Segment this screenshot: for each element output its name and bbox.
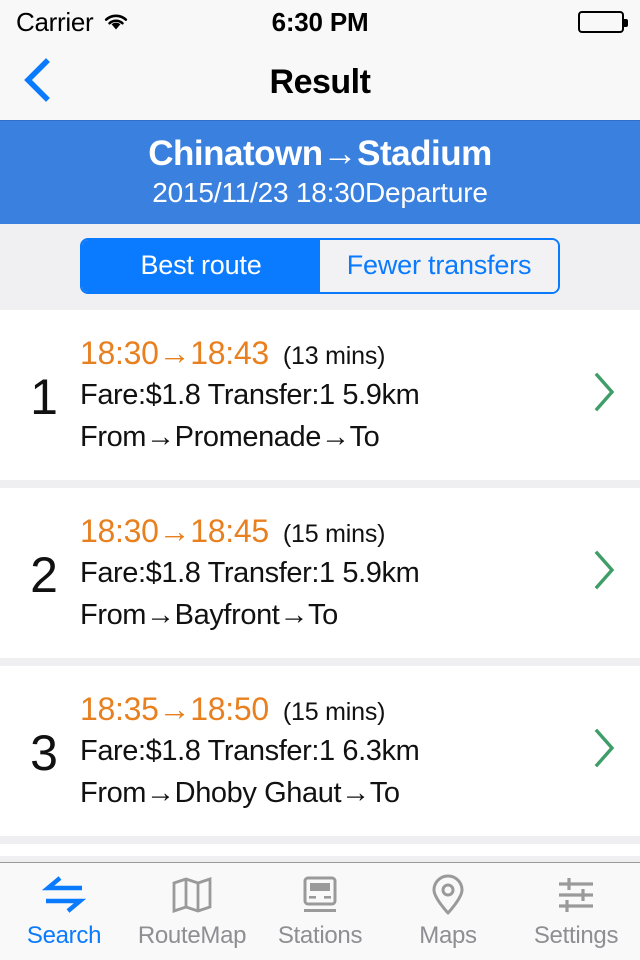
result-details: 18:30→18:45 (15 mins) Fare:$1.8 Transfer… [70,513,582,632]
segment-fewer-transfers[interactable]: Fewer transfers [320,239,558,292]
sort-options-bar: Best route Fewer transfers [0,223,640,310]
table-row[interactable]: 1 18:30→18:43 (13 mins) Fare:$1.8 Transf… [0,309,640,480]
tab-maps[interactable]: Maps [384,863,512,960]
result-fare-transfer-distance: Fare:$1.8 Transfer:1 5.9km [80,557,420,590]
tab-label: Stations [277,921,363,949]
back-button[interactable] [14,57,60,108]
result-duration: (15 mins) [282,520,386,549]
tab-settings[interactable]: Settings [512,863,640,960]
result-time-line: 18:30→18:45 (15 mins) [80,513,582,550]
result-fare-transfer-distance: Fare:$1.8 Transfer:1 6.3km [80,735,420,768]
table-row[interactable]: 3 18:35→18:50 (15 mins) Fare:$1.8 Transf… [0,665,640,836]
tab-routemap[interactable]: RouteMap [128,863,256,960]
result-time-line: 18:35→18:50 (15 mins) [80,691,582,728]
sliders-icon [555,874,597,916]
page-title: Result [269,62,371,101]
result-disclosure-button[interactable] [582,726,626,775]
status-bar-right [578,11,628,33]
battery-full-icon [578,11,628,33]
result-disclosure-button[interactable] [582,548,626,597]
result-times: 18:30→18:45 [80,513,269,550]
route-datetime-label: 2015/11/23 18:30Departure [152,177,488,209]
table-row-partial[interactable] [0,843,640,856]
chevron-right-icon [591,370,617,419]
tab-label: Maps [419,921,477,949]
result-path: From→Dhoby Ghaut→To [80,777,400,810]
result-index: 1 [30,368,58,425]
result-details: 18:30→18:43 (13 mins) Fare:$1.8 Transfer… [70,335,582,454]
chevron-right-icon [591,548,617,597]
app-screen: Carrier 6:30 PM Result Chinatown→Stadium… [0,0,640,960]
result-disclosure-button[interactable] [582,370,626,419]
status-bar-left: Carrier [16,7,129,38]
chevron-right-icon [591,726,617,775]
folded-map-icon [171,874,213,916]
tab-label: Settings [533,921,619,949]
transfer-arrows-icon [42,874,86,916]
result-details: 18:35→18:50 (15 mins) Fare:$1.8 Transfer… [70,691,582,810]
result-time-line: 18:30→18:43 (13 mins) [80,335,582,372]
wifi-icon [103,12,129,32]
tab-search[interactable]: Search [0,863,128,960]
carrier-label: Carrier [16,6,94,37]
route-endpoints-label: Chinatown→Stadium [148,134,492,173]
tab-bar: Search RouteMap Stations Maps Settings [0,862,640,960]
result-index: 3 [30,724,58,781]
result-duration: (13 mins) [282,342,386,371]
tab-label: RouteMap [137,921,247,949]
result-times: 18:35→18:50 [80,691,269,728]
location-pin-icon [429,874,467,916]
navigation-bar: Result [0,44,640,120]
result-index: 2 [30,546,58,603]
result-path: From→Bayfront→To [80,599,338,632]
route-results-list[interactable]: 1 18:30→18:43 (13 mins) Fare:$1.8 Transf… [0,309,640,862]
result-path: From→Promenade→To [80,421,380,454]
tab-label: Search [26,921,102,949]
tab-stations[interactable]: Stations [256,863,384,960]
route-summary-header: Chinatown→Stadium 2015/11/23 18:30Depart… [0,120,640,224]
result-fare-transfer-distance: Fare:$1.8 Transfer:1 5.9km [80,379,420,412]
result-duration: (15 mins) [282,698,386,727]
segmented-control[interactable]: Best route Fewer transfers [80,237,560,294]
chevron-left-icon [22,57,52,108]
table-row[interactable]: 2 18:30→18:45 (15 mins) Fare:$1.8 Transf… [0,487,640,658]
result-times: 18:30→18:43 [80,335,269,372]
segment-best-route[interactable]: Best route [82,239,320,292]
train-front-icon [299,874,341,916]
status-bar: Carrier 6:30 PM [0,0,640,44]
